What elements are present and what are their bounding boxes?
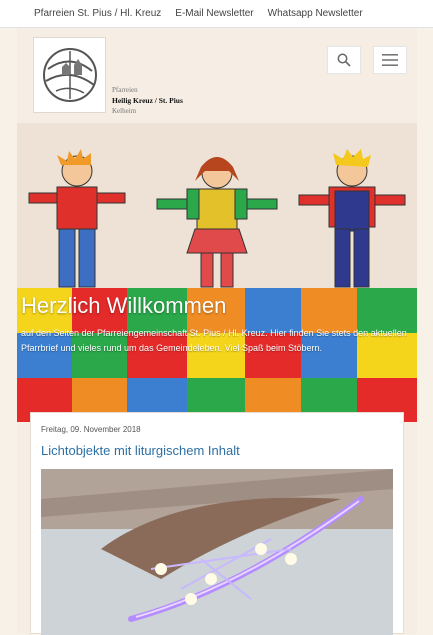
menu-button[interactable] xyxy=(373,46,407,74)
nav-link-email-newsletter[interactable]: E-Mail Newsletter xyxy=(175,8,253,19)
brand-text: Pfarreien Heilig Kreuz / St. Pius Kelhei… xyxy=(112,85,183,116)
brand-line-3: Kelheim xyxy=(112,107,137,115)
nav-link-parishes[interactable]: Pfarreien St. Pius / Hl. Kreuz xyxy=(34,8,161,19)
hero-image-children-drawing xyxy=(17,123,417,422)
article-image[interactable] xyxy=(41,469,393,635)
top-navigation: Pfarreien St. Pius / Hl. Kreuz E-Mail Ne… xyxy=(0,0,433,28)
site-header: Pfarreien Heilig Kreuz / St. Pius Kelhei… xyxy=(17,28,417,123)
article-card[interactable]: Freitag, 09. November 2018 Lichtobjekte … xyxy=(30,412,404,635)
brand-line-2: Heilig Kreuz / St. Pius xyxy=(112,96,183,105)
light-object-photo xyxy=(41,469,393,635)
article-date: Freitag, 09. November 2018 xyxy=(41,425,141,434)
hamburger-menu-icon xyxy=(382,54,398,66)
brand-line-1: Pfarreien xyxy=(112,86,138,94)
hero-title: Herzlich Willkommen xyxy=(21,293,227,318)
hero-text: auf den Seiten der Pfarreiengemeinschaft… xyxy=(21,328,407,353)
parish-logo[interactable] xyxy=(33,37,106,113)
hero-banner: Herzlich Willkommen auf den Seiten der P… xyxy=(17,123,417,422)
nav-link-whatsapp-newsletter[interactable]: Whatsapp Newsletter xyxy=(268,8,363,19)
page-container: Pfarreien Heilig Kreuz / St. Pius Kelhei… xyxy=(17,28,417,635)
search-button[interactable] xyxy=(327,46,361,74)
parish-logo-graphic xyxy=(42,48,97,102)
article-title-link[interactable]: Lichtobjekte mit liturgischem Inhalt xyxy=(41,443,240,458)
search-icon xyxy=(337,53,351,67)
